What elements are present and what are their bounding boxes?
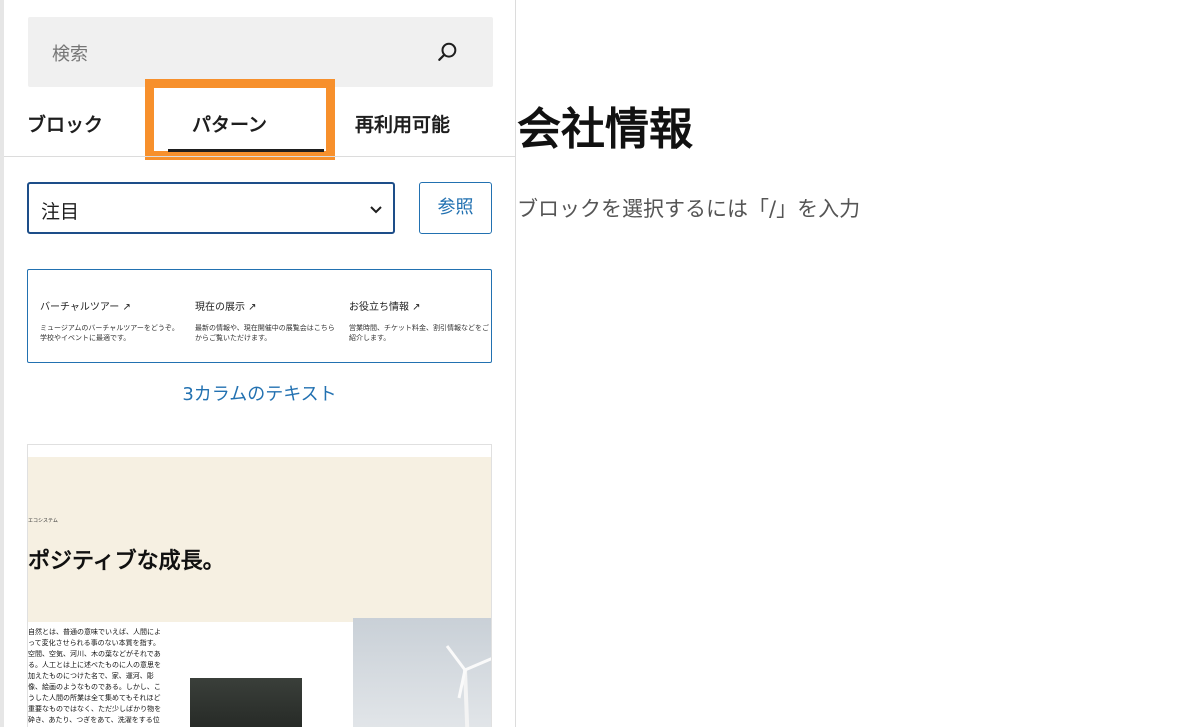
post-title[interactable]: 会社情報 <box>517 93 693 157</box>
tabs-divider <box>4 156 515 157</box>
pattern-column: 現在の展示 ↗ 最新の情報や、現在開催中の展覧会はこちらからご覧いただけます。 <box>195 298 335 343</box>
forest-image <box>190 678 302 727</box>
pattern-body-text: 自然とは、普通の意味でいえば、人間によって変化させられる事のない本質を指す。空間… <box>28 628 162 724</box>
block-appender-placeholder[interactable]: ブロックを選択するには「/」を入力 <box>517 193 860 223</box>
pattern-column-title: お役立ち情報 ↗ <box>349 302 421 313</box>
tab-reusable[interactable]: 再利用可能 <box>355 110 450 137</box>
pattern-category-value: 注目 <box>41 201 80 223</box>
search-placeholder: 検索 <box>52 44 88 65</box>
pattern-column-text: 最新の情報や、現在開催中の展覧会はこちらからご覧いただけます。 <box>195 324 335 342</box>
pattern-column-text: 営業時間、チケット料金、割引情報などをご紹介します。 <box>349 324 489 342</box>
pattern-column: お役立ち情報 ↗ 営業時間、チケット料金、割引情報などをご紹介します。 <box>349 298 489 343</box>
pattern-column-title: バーチャルツアー ↗ <box>40 302 131 313</box>
pattern-category-select[interactable]: 注目 <box>27 182 395 234</box>
pattern-caption: 3カラムのテキスト <box>182 384 337 405</box>
search-icon <box>438 42 457 61</box>
pattern-preview-three-columns[interactable]: バーチャルツアー ↗ ミュージアムのバーチャルツアーをどうぞ。学校やイベントに最… <box>27 269 492 363</box>
search-field[interactable]: 検索 <box>28 17 493 87</box>
browse-all-button[interactable]: 参照 <box>419 182 492 234</box>
tab-blocks[interactable]: ブロック <box>27 110 103 137</box>
pattern-column: バーチャルツアー ↗ ミュージアムのバーチャルツアーをどうぞ。学校やイベントに最… <box>40 298 180 343</box>
wind-turbine-icon <box>445 645 491 727</box>
pattern-eyebrow: エコシステム <box>28 518 58 524</box>
pattern-column-text: ミュージアムのバーチャルツアーをどうぞ。学校やイベントに最適です。 <box>40 324 179 342</box>
tab-patterns[interactable]: パターン <box>192 110 267 137</box>
pattern-heading: ポジティブな成長。 <box>28 549 225 574</box>
chevron-down-icon <box>370 206 382 214</box>
pattern-preview-positive-growth[interactable]: エコシステム ポジティブな成長。 自然とは、普通の意味でいえば、人間によって変化… <box>27 444 492 727</box>
block-inserter-panel: 検索 ブロック パターン 再利用可能 注目 参照 バーチャルツアー ↗ ミュージ… <box>4 0 516 727</box>
pattern-background <box>28 457 491 622</box>
pattern-column-title: 現在の展示 ↗ <box>195 302 257 313</box>
active-tab-indicator <box>168 149 324 152</box>
